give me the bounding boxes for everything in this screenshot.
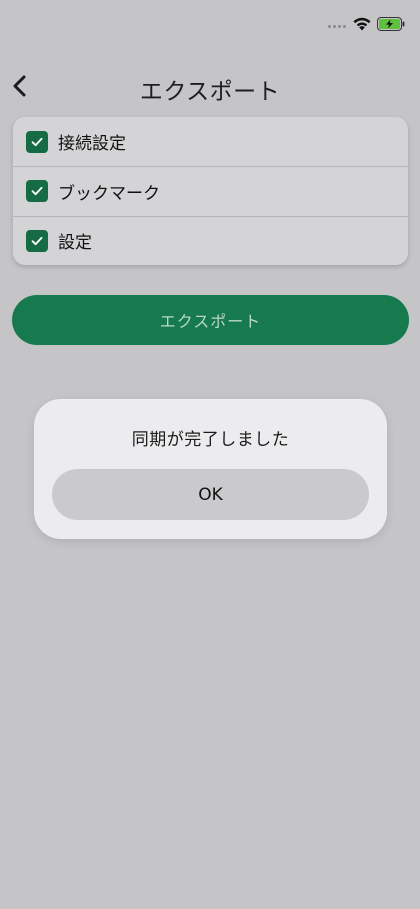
option-label: ブックマーク	[58, 183, 160, 204]
option-label: 設定	[58, 233, 92, 254]
cellular-dots-icon	[328, 25, 346, 28]
battery-charging-icon	[377, 17, 405, 31]
export-button[interactable]: エクスポート	[12, 295, 409, 345]
checkbox-checked-icon[interactable]	[26, 229, 48, 252]
wifi-icon	[353, 17, 371, 31]
option-label: 接続設定	[58, 134, 126, 155]
status-bar	[0, 0, 420, 50]
export-options-list: 接続設定 ブックマーク 設定	[13, 117, 408, 265]
page-title: エクスポート	[139, 79, 281, 105]
option-bookmarks[interactable]: ブックマーク	[13, 166, 408, 215]
ok-button[interactable]: OK	[52, 469, 369, 520]
option-connection-settings[interactable]: 接続設定	[13, 117, 408, 166]
checkbox-checked-icon[interactable]	[26, 130, 48, 153]
checkbox-checked-icon[interactable]	[26, 180, 48, 203]
dialog-message: 同期が完了しました	[131, 430, 290, 450]
option-settings[interactable]: 設定	[13, 215, 408, 265]
header: エクスポート	[0, 60, 420, 112]
sync-complete-dialog: 同期が完了しました OK	[35, 400, 386, 538]
